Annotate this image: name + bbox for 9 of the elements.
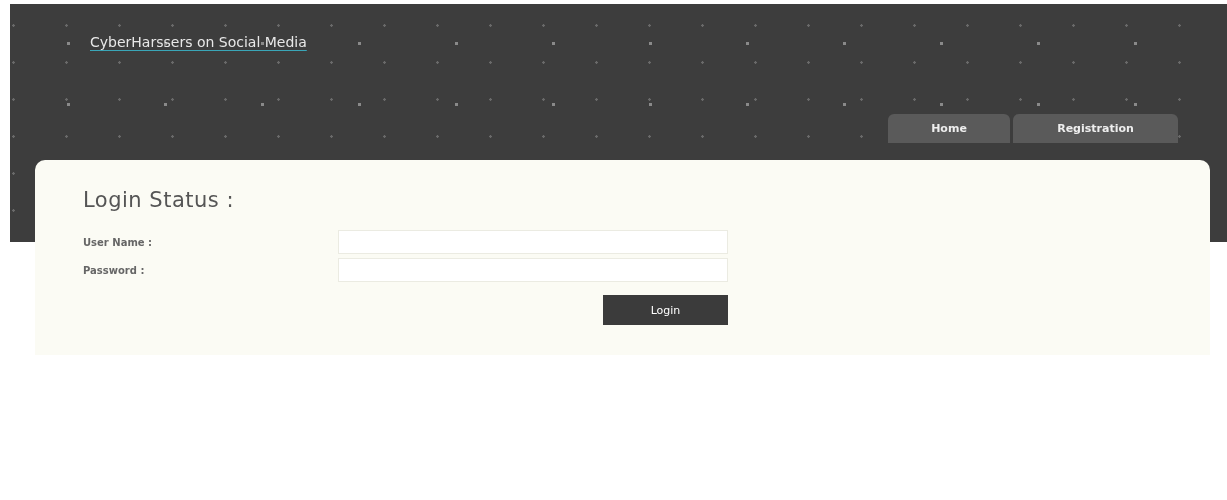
nav-tab[interactable]: Home <box>888 114 1010 143</box>
field-label: Password : <box>83 264 146 276</box>
site-title-link[interactable]: CyberHarssers on Social Media <box>90 34 307 50</box>
login-button[interactable]: Login <box>603 295 728 325</box>
input-field[interactable] <box>338 230 728 254</box>
login-title: Login Status : <box>83 188 235 212</box>
nav-tab[interactable]: Registration <box>1013 114 1178 143</box>
input-field[interactable] <box>338 258 728 282</box>
field-label: User Name : <box>83 236 154 248</box>
